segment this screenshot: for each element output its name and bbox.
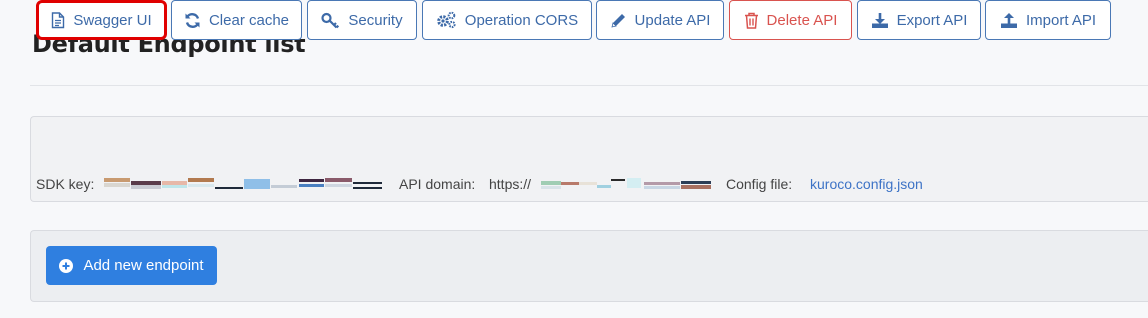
config-file-label: Config file: <box>726 176 793 192</box>
delete-api-button[interactable]: Delete API <box>729 0 852 40</box>
gears-icon <box>436 11 456 29</box>
clear-cache-label: Clear cache <box>208 11 290 29</box>
document-icon <box>52 11 65 28</box>
export-api-button[interactable]: Export API <box>857 0 981 40</box>
update-api-button[interactable]: Update API <box>596 0 724 40</box>
key-icon <box>321 12 340 28</box>
sdk-key-redacted <box>104 178 382 190</box>
operation-cors-label: Operation CORS <box>464 11 579 29</box>
config-file-link[interactable]: kuroco.config.json <box>810 176 923 192</box>
security-button[interactable]: Security <box>307 0 417 40</box>
api-domain-redacted <box>541 178 711 190</box>
security-label: Security <box>348 11 403 29</box>
header-divider <box>30 85 1148 86</box>
delete-api-label: Delete API <box>766 11 838 29</box>
clear-cache-button[interactable]: Clear cache <box>171 0 302 40</box>
sdk-key-label: SDK key: <box>36 176 95 192</box>
update-api-label: Update API <box>634 11 711 29</box>
import-api-button[interactable]: Import API <box>985 0 1111 40</box>
plus-circle-icon <box>59 258 74 273</box>
download-icon <box>871 12 888 28</box>
swagger-ui-label: Swagger UI <box>73 11 152 29</box>
operation-cors-button[interactable]: Operation CORS <box>422 0 592 40</box>
export-api-label: Export API <box>896 11 968 29</box>
add-new-endpoint-label: Add new endpoint <box>83 257 204 274</box>
api-domain-prefix: https:// <box>489 176 532 192</box>
pencil-icon <box>610 13 625 28</box>
refresh-icon <box>185 12 200 28</box>
upload-icon <box>1000 12 1017 28</box>
swagger-ui-button[interactable]: Swagger UI <box>36 0 167 40</box>
trash-icon <box>744 12 758 29</box>
add-new-endpoint-button[interactable]: Add new endpoint <box>46 246 217 285</box>
api-domain-label: API domain: <box>399 176 476 192</box>
import-api-label: Import API <box>1025 11 1097 29</box>
